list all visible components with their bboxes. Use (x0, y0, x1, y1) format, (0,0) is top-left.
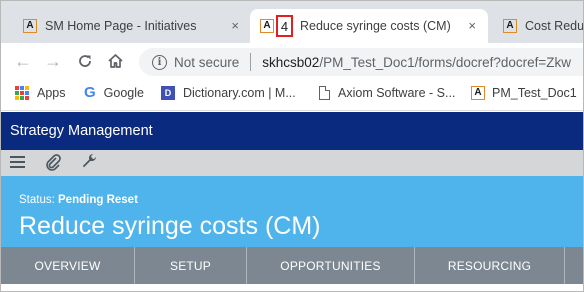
tab-overview[interactable]: OVERVIEW (1, 247, 135, 284)
app-header: Strategy Management (1, 112, 583, 150)
bookmark-label: Axiom Software - S... (338, 86, 456, 100)
axiom-favicon: A (23, 19, 37, 33)
address-bar[interactable]: i Not secure skhcsb02 /PM_Test_Doc1/form… (139, 48, 583, 76)
bookmark-label: Google (103, 86, 144, 100)
address-divider (250, 53, 252, 71)
bookmark-dictionary[interactable]: D Dictionary.com | M... (161, 86, 296, 100)
browser-tab-sm-home[interactable]: A SM Home Page - Initiatives × (11, 9, 249, 43)
forward-arrow-icon[interactable]: → (44, 51, 62, 71)
wrench-icon[interactable] (81, 152, 98, 175)
url-path: /PM_Test_Doc1/forms/docref?docref=Zkw (319, 54, 572, 70)
bookmark-pm-test-doc[interactable]: A PM_Test_Doc1 (471, 86, 577, 100)
bookmark-google[interactable]: G Google (84, 84, 144, 101)
bookmark-label: Apps (37, 86, 66, 100)
app-title: Strategy Management (10, 123, 153, 139)
tab-title: SM Home Page - Initiatives (45, 19, 197, 33)
document-icon (319, 86, 330, 100)
hamburger-menu-icon[interactable] (10, 152, 25, 174)
tab-strip: A SM Home Page - Initiatives × A 4 Reduc… (1, 1, 584, 43)
app-toolbar (1, 150, 583, 176)
back-arrow-icon[interactable]: ← (14, 51, 32, 71)
tab-title: Cost Redu (525, 19, 584, 33)
page-bottom-edge (1, 284, 583, 291)
axiom-favicon: A (260, 19, 274, 33)
bookmarks-bar: Apps G Google D Dictionary.com | M... Ax… (1, 79, 583, 111)
browser-window: A SM Home Page - Initiatives × A 4 Reduc… (0, 0, 584, 292)
status-banner: Status: Pending Reset Reduce syringe cos… (1, 176, 583, 247)
bookmark-label: Dictionary.com | M... (183, 86, 296, 100)
tab-resourcing[interactable]: RESOURCING (415, 247, 565, 284)
security-label: Not secure (174, 54, 240, 70)
tab-more[interactable] (565, 247, 583, 284)
page-title: Reduce syringe costs (CM) (19, 212, 321, 240)
navigation-bar: ← → i Not secure skhcsb02 /PM_Test_Doc1/… (1, 43, 583, 79)
reload-icon[interactable] (77, 51, 93, 73)
tab-setup[interactable]: SETUP (135, 247, 247, 284)
info-icon[interactable]: i (152, 54, 167, 70)
axiom-a-icon: A (471, 86, 485, 100)
browser-tab-reduce-syringe[interactable]: A 4 Reduce syringe costs (CM) × (250, 9, 488, 43)
status-label: Status: (19, 194, 55, 206)
bookmark-label: PM_Test_Doc1 (492, 86, 577, 100)
tab-opportunities[interactable]: OPPORTUNITIES (247, 247, 415, 284)
close-tab-icon[interactable]: × (468, 18, 476, 33)
browser-tab-cost-reduction[interactable]: A Cost Redu (491, 9, 584, 43)
page-tabs: OVERVIEW SETUP OPPORTUNITIES RESOURCING (1, 247, 583, 291)
tab-title: Reduce syringe costs (CM) (300, 19, 451, 33)
paperclip-icon[interactable] (45, 152, 61, 176)
dictionary-icon: D (161, 86, 175, 100)
bookmark-apps[interactable]: Apps (15, 86, 66, 100)
status-line: Status: Pending Reset (19, 194, 138, 206)
bookmark-axiom-software[interactable]: Axiom Software - S... (317, 86, 455, 100)
axiom-favicon: A (503, 19, 517, 33)
google-g-icon: G (84, 84, 96, 101)
url-host: skhcsb02 (262, 54, 320, 70)
apps-grid-icon (15, 86, 29, 100)
close-tab-icon[interactable]: × (231, 18, 239, 33)
status-value: Pending Reset (58, 194, 138, 206)
callout-number-badge: 4 (276, 15, 293, 37)
home-icon[interactable] (107, 51, 124, 73)
